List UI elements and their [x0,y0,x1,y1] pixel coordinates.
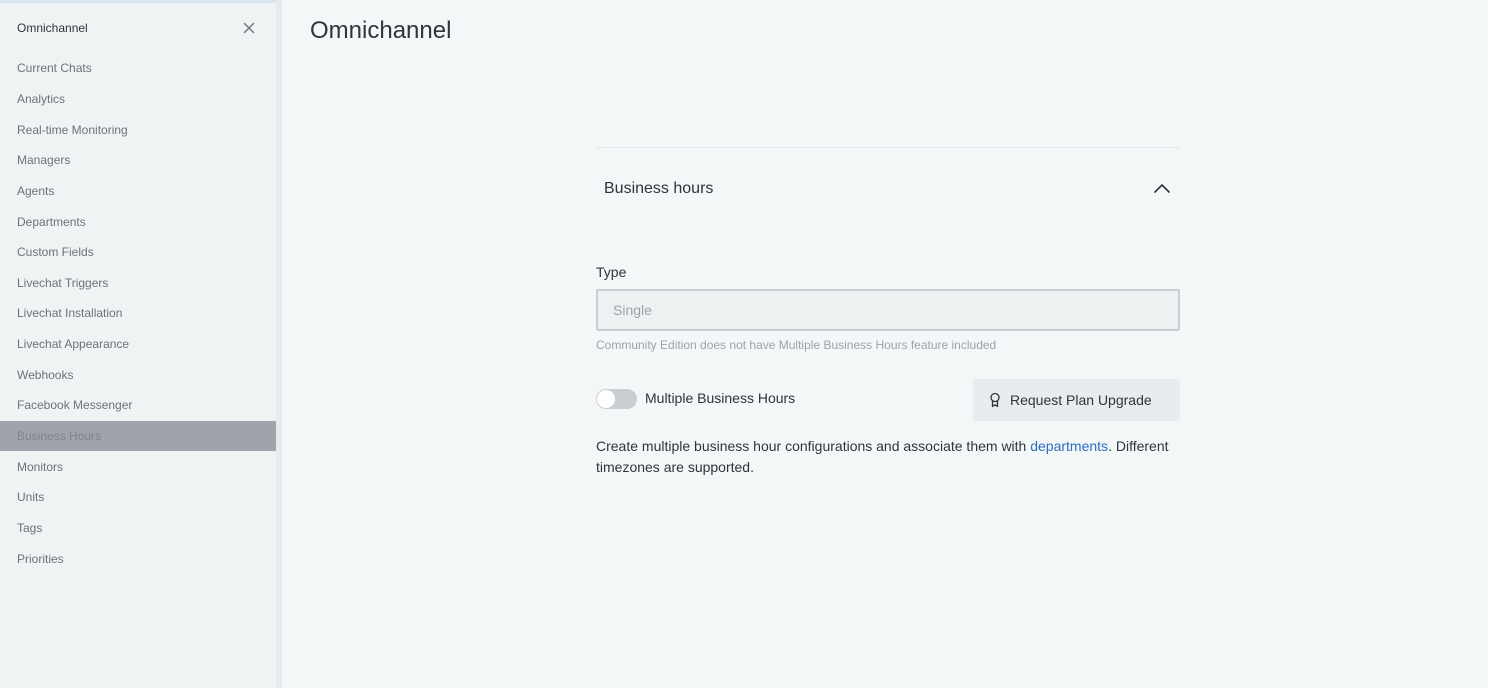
sidebar-item-units[interactable]: Units [0,482,276,513]
sidebar-item-managers[interactable]: Managers [0,145,276,176]
chevron-up-icon[interactable] [1153,181,1171,195]
upgrade-button-label: Request Plan Upgrade [1010,392,1152,408]
sidebar-item-label: Tags [17,520,43,535]
type-label: Type [596,264,627,280]
section-title: Business hours [604,180,714,197]
sidebar-item-monitors[interactable]: Monitors [0,451,276,482]
sidebar-item-facebook-messenger[interactable]: Facebook Messenger [0,390,276,421]
description-text-before: Create multiple business hour configurat… [596,438,1031,454]
sidebar-nav: Current Chats Analytics Real-time Monitori… [0,53,276,574]
sidebar-item-current-chats[interactable]: Current Chats [0,53,276,84]
sidebar-header: Omnichannel [0,0,276,56]
close-icon[interactable] [240,19,258,37]
sidebar-item-label: Real-time Monitoring [17,122,128,137]
sidebar-item-label: Livechat Appearance [17,337,130,352]
award-icon [989,392,1001,408]
sidebar-item-analytics[interactable]: Analytics [0,84,276,115]
sidebar-item-label: Departments [17,214,86,229]
sidebar-item-livechat-installation[interactable]: Livechat Installation [0,298,276,329]
sidebar-item-webhooks[interactable]: Webhooks [0,359,276,390]
toggle-knob [597,390,615,408]
sidebar-item-agents[interactable]: Agents [0,176,276,207]
request-plan-upgrade-button[interactable]: Request Plan Upgrade [973,379,1180,421]
page-title: Omnichannel [310,17,452,44]
sidebar-item-departments[interactable]: Departments [0,206,276,237]
sidebar-item-label: Webhooks [17,367,74,382]
main-content: Omnichannel Business hours Type Single C… [282,0,1488,688]
sidebar-item-label: Analytics [17,91,66,106]
type-select-value: Single [613,302,652,318]
sidebar-item-label: Current Chats [17,61,92,76]
multiple-business-hours-toggle[interactable] [596,389,637,409]
sidebar-item-label: Business Hours [17,429,102,443]
business-hours-description: Create multiple business hour configurat… [596,436,1180,478]
toggle-label: Multiple Business Hours [645,390,796,406]
sidebar-item-label: Custom Fields [17,245,94,260]
sidebar-item-real-time-monitoring[interactable]: Real-time Monitoring [0,114,276,145]
sidebar-item-label: Priorities [17,551,64,566]
sidebar-item-business-hours[interactable]: Business Hours [0,420,276,452]
sidebar: Omnichannel Current Chats Analytics Real-t… [0,0,276,688]
sidebar-item-tags[interactable]: Tags [0,513,276,544]
sidebar-item-label: Monitors [17,459,64,474]
sidebar-item-label: Livechat Installation [17,306,123,321]
sidebar-item-livechat-appearance[interactable]: Livechat Appearance [0,329,276,360]
business-hours-panel: Business hours Type Single Community Edi… [596,147,1180,475]
type-hint: Community Edition does not have Multiple… [596,338,997,352]
sidebar-item-label: Livechat Triggers [17,275,109,290]
type-select[interactable]: Single [596,289,1180,331]
sidebar-item-custom-fields[interactable]: Custom Fields [0,237,276,268]
sidebar-item-label: Managers [17,153,71,168]
sidebar-item-priorities[interactable]: Priorities [0,543,276,574]
departments-link[interactable]: departments [1030,438,1108,454]
multiple-business-hours-row: Multiple Business Hours Request Plan Upg… [596,379,1180,421]
section-header-business-hours[interactable]: Business hours [596,148,1180,230]
sidebar-item-label: Agents [17,183,55,198]
sidebar-item-label: Facebook Messenger [17,398,133,413]
sidebar-item-livechat-triggers[interactable]: Livechat Triggers [0,267,276,298]
sidebar-item-label: Units [17,490,45,505]
sidebar-title: Omnichannel [17,21,88,35]
app: Omnichannel Current Chats Analytics Real-t… [0,0,1488,688]
